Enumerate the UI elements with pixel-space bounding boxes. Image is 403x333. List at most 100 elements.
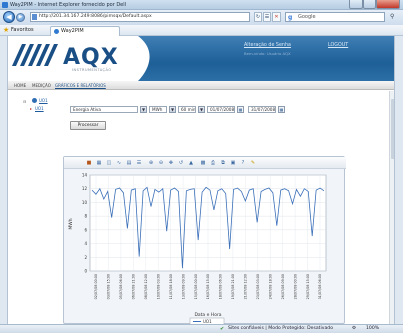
y-tick-label: 12 [82, 186, 88, 191]
change-password-link[interactable]: Alteração de Senha [244, 43, 291, 48]
date-from-input[interactable]: 01/07/2008 [207, 106, 235, 113]
x-tick-label: 29/07/08 15:00 [306, 274, 310, 299]
x-axis-ticks: 02/07/08 00:00 03/07/08 15:00 05/07/08 06:… [94, 274, 322, 299]
tree-root-label[interactable]: UO1 [39, 98, 48, 103]
x-tick-label: 13/07/08 09:00 [181, 274, 185, 299]
site-banner: AQX INSTRUMENTAÇÃO Alteração de Senha LO… [8, 36, 394, 81]
unit-select[interactable]: MWh [149, 106, 167, 113]
quantity-select[interactable]: Energia Ativa [70, 106, 138, 113]
favorites-bar: ★ Favoritos Way2PIM [0, 25, 403, 36]
chart-table-icon[interactable]: ▩ [200, 160, 206, 166]
x-tick-label: 11/07/08 18:00 [169, 274, 173, 299]
scrollbar-thumb[interactable] [391, 99, 394, 159]
x-tick-label: 06/07/08 21:00 [132, 274, 136, 299]
chart-3d-icon[interactable]: ▲ [188, 160, 194, 166]
date-from-value: 01/07/2008 [210, 107, 235, 112]
tab-way2pim[interactable]: Way2PIM [50, 26, 120, 36]
date-to-input[interactable]: 31/07/2008 [248, 106, 276, 113]
date-to-value: 31/07/2008 [251, 107, 276, 112]
minimize-button[interactable] [349, 0, 363, 9]
chart-copy-icon[interactable]: ⧉ [220, 160, 226, 166]
calendar-to-icon[interactable]: ▦ [278, 106, 285, 113]
process-button[interactable]: Processar [70, 121, 106, 130]
logo-subtitle: INSTRUMENTAÇÃO [72, 68, 112, 72]
interval-select[interactable]: 60 min [178, 106, 196, 113]
chart-save-icon[interactable]: ▣ [230, 160, 236, 166]
address-bar: ◀ ▶ http://201.34.167.249:8086/pimsqx/De… [0, 10, 403, 25]
chart-help-icon[interactable]: ? [240, 160, 246, 166]
x-tick-label: 28/07/08 00:00 [293, 274, 297, 299]
x-tick-label: 23/07/08 03:00 [256, 274, 260, 299]
close-button[interactable] [376, 0, 400, 9]
menu-item-medicao[interactable]: MEDIÇÃO [32, 83, 51, 88]
stop-icon[interactable]: ✕ [272, 12, 281, 22]
trusted-check-icon: ✔ [220, 326, 225, 332]
line-chart: 0 2 4 6 8 10 12 14 02/07/08 00:00 03/07/08 15:00… [68, 173, 327, 324]
ie-icon [2, 2, 8, 8]
y-axis-label: MWh [68, 218, 74, 229]
chart-pan-icon[interactable]: ✥ [168, 160, 174, 166]
chart-zoom-out-icon[interactable]: ⊖ [158, 160, 164, 166]
tree-collapse-icon[interactable]: ⊟ [23, 99, 26, 104]
chart-rotate-icon[interactable]: ↺ [178, 160, 184, 166]
chart-type-icon[interactable]: ■ [86, 160, 92, 166]
x-axis-label: Data e Hora [194, 312, 221, 318]
y-tick-label: 10 [82, 200, 88, 205]
main-menu: HOME MEDIÇÃO GRÁFICOS E RELATÓRIOS [8, 81, 394, 90]
page-content: AQX INSTRUMENTAÇÃO Alteração de Senha LO… [7, 36, 395, 324]
forward-button[interactable]: ▶ [16, 13, 25, 22]
x-tick-label: 15/07/08 00:00 [194, 274, 198, 299]
x-tick-label: 24/07/08 18:00 [268, 274, 272, 299]
chart-line-icon[interactable]: ∿ [116, 160, 122, 166]
back-button[interactable]: ◀ [3, 11, 15, 23]
interval-value: 60 min [181, 107, 196, 112]
x-tick-label: 16/07/08 15:00 [206, 274, 210, 299]
vertical-scrollbar[interactable] [389, 91, 394, 324]
chart-export-icon[interactable]: ◫ [106, 160, 112, 166]
search-placeholder: Google [298, 14, 316, 20]
quantity-dropdown-icon[interactable]: ▼ [140, 106, 147, 113]
unit-value: MWh [152, 107, 163, 112]
compat-icon[interactable]: ☰ [263, 12, 271, 22]
status-bar: ✔ Sites confiáveis | Modo Protegido: Des… [0, 324, 403, 333]
url-input[interactable]: http://201.34.167.249:8086/pimsqx/Defaul… [30, 12, 250, 22]
x-tick-label: 18/07/08 06:00 [219, 274, 223, 299]
refresh-icon[interactable]: ↻ [254, 12, 262, 22]
x-tick-label: 19/07/08 21:00 [231, 274, 235, 299]
favorites-button[interactable]: Favoritos [11, 25, 34, 36]
y-tick-label: 6 [84, 227, 87, 232]
unit-dropdown-icon[interactable]: ▼ [169, 106, 176, 113]
x-tick-label: 21/07/08 12:00 [244, 274, 248, 299]
chart-palette-icon[interactable]: ✎ [250, 160, 256, 166]
url-text: http://201.34.167.249:8086/pimsqx/Defaul… [39, 14, 152, 19]
chart-panel: ■ ▦ ◫ ∿ ▤ ☰ ⊕ ⊖ ✥ ↺ ▲ ▩ ⎙ ⧉ ▣ ? ✎ 0 2 4 6 8 1… [63, 156, 346, 324]
chart-print-icon[interactable]: ⎙ [210, 160, 216, 166]
x-tick-label: 26/07/08 09:00 [281, 274, 285, 299]
menu-item-home[interactable]: HOME [14, 83, 26, 88]
chart-grid-icon[interactable]: ▦ [96, 160, 102, 166]
status-text: Sites confiáveis | Modo Protegido: Desat… [228, 326, 334, 331]
menu-item-graficos[interactable]: GRÁFICOS E RELATÓRIOS [55, 83, 106, 88]
calendar-from-icon[interactable]: ▦ [237, 106, 244, 113]
chart-legend-icon[interactable]: ☰ [136, 160, 142, 166]
y-axis-ticks: 0 2 4 6 8 10 12 14 [82, 173, 88, 274]
logout-link[interactable]: LOGOUT [328, 43, 348, 48]
maximize-button[interactable] [363, 0, 376, 9]
search-input[interactable]: g Google [285, 12, 385, 22]
search-go-icon[interactable]: ⚲ [390, 13, 394, 20]
status-security-icon[interactable]: ⚙ [352, 326, 356, 331]
tree-node-icon [32, 98, 37, 103]
logo-stripes [12, 44, 58, 66]
x-tick-label: 31/07/08 06:00 [318, 274, 322, 299]
logo-text: AQX [63, 45, 119, 70]
y-tick-label: 0 [84, 269, 87, 274]
window-title: Way2PIM - Internet Explorer fornecido po… [10, 2, 127, 8]
tree-child-label[interactable]: UO1 [35, 106, 44, 111]
interval-dropdown-icon[interactable]: ▼ [198, 106, 205, 113]
y-tick-label: 2 [84, 255, 87, 260]
page-icon [32, 14, 37, 20]
chart-zoom-in-icon[interactable]: ⊕ [148, 160, 154, 166]
tab-favicon [54, 29, 59, 34]
zoom-level[interactable]: 100% [366, 326, 379, 331]
chart-bar-icon[interactable]: ▤ [126, 160, 132, 166]
